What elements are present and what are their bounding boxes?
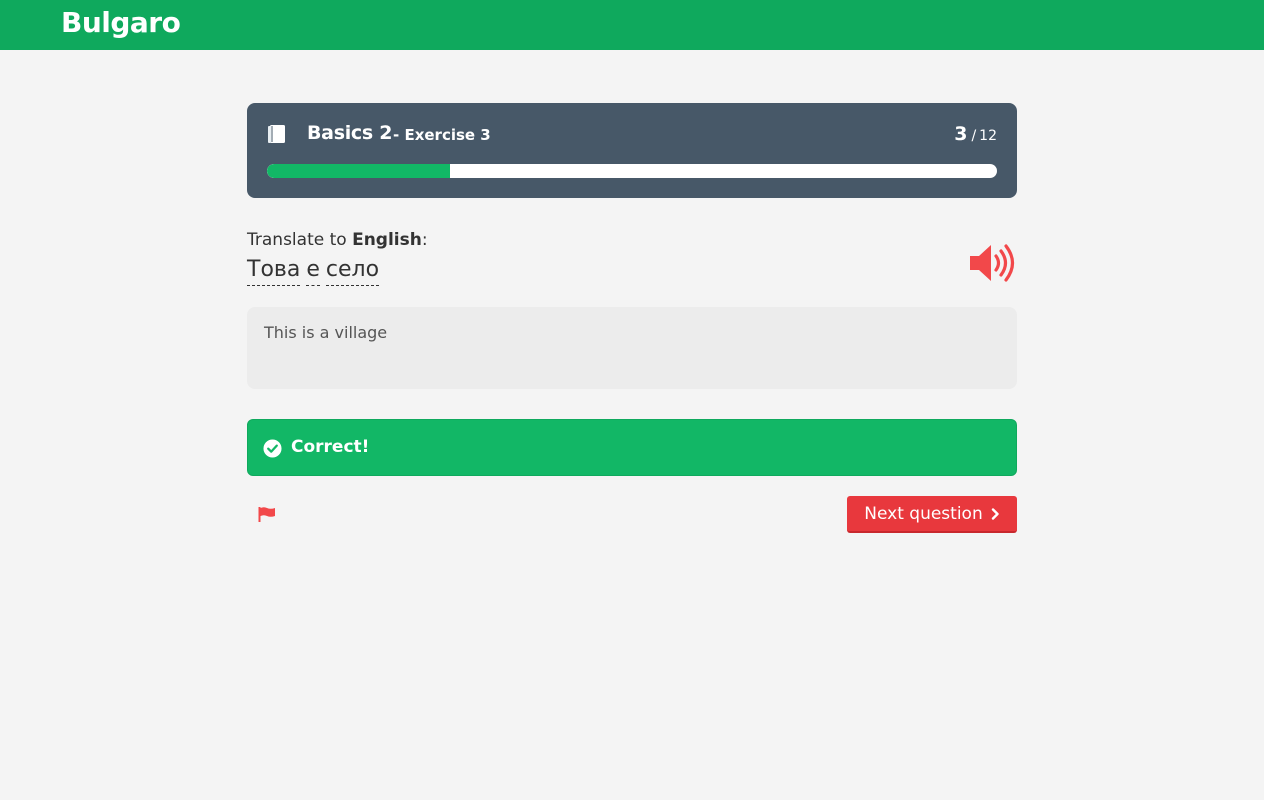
sentence-word[interactable]: Това: [247, 256, 301, 286]
lesson-header-card: Basics 2 - Exercise 3 3 / 12: [247, 103, 1017, 198]
next-question-label: Next question: [864, 503, 983, 524]
result-banner: Correct!: [247, 419, 1017, 476]
answer-field[interactable]: This is a village: [247, 307, 1017, 389]
exercise-number: - Exercise 3: [393, 126, 491, 144]
chevron-right-icon: [991, 507, 999, 520]
check-circle-icon: [263, 439, 282, 458]
sentence-word[interactable]: село: [325, 256, 380, 286]
translate-prompt: Translate to English:: [247, 230, 428, 250]
target-language: English: [352, 230, 422, 250]
book-icon: [268, 125, 285, 143]
next-question-button[interactable]: Next question: [847, 496, 1017, 533]
progress-bar: [267, 164, 997, 178]
prompt-suffix: :: [421, 230, 428, 250]
question-counter: 3 / 12: [954, 123, 997, 145]
source-sentence: Това е село: [247, 256, 380, 286]
flag-icon[interactable]: [258, 507, 276, 522]
answer-text: This is a village: [264, 323, 388, 342]
sentence-word[interactable]: е: [306, 256, 320, 286]
lesson-title: Basics 2: [307, 122, 393, 144]
speaker-icon[interactable]: [968, 242, 1018, 284]
total-questions: 12: [979, 128, 997, 144]
current-question: 3: [954, 123, 968, 145]
top-bar: Bulgaro: [0, 0, 1264, 50]
app-logo[interactable]: Bulgaro: [61, 6, 181, 39]
counter-separator: /: [971, 128, 977, 144]
result-label: Correct!: [291, 437, 370, 457]
prompt-prefix: Translate to: [247, 230, 353, 250]
progress-fill: [267, 164, 450, 178]
